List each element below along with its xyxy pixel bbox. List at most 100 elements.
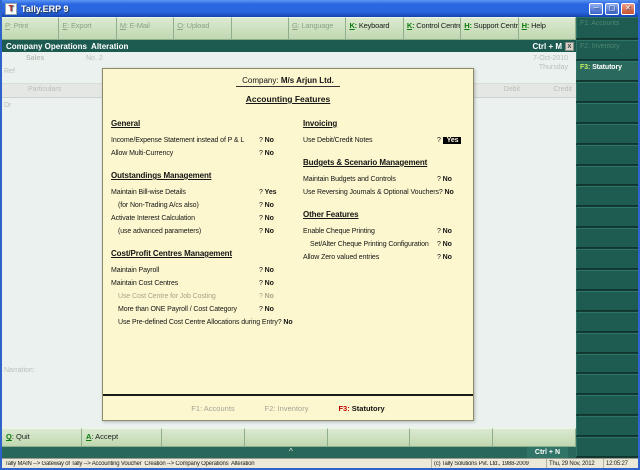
status-date: Thu, 29 Nov, 2012 xyxy=(549,460,595,467)
feature-value[interactable]: ? Yes xyxy=(437,134,467,147)
sidebar-empty-button xyxy=(576,332,638,353)
feature-label: Allow Zero valued entries xyxy=(303,254,380,261)
sidebar-button-inventory[interactable]: F2: Inventory xyxy=(576,40,638,60)
feature-section-heading: Outstandings Management xyxy=(111,171,212,180)
quit-button[interactable]: Q: Quit xyxy=(2,428,82,447)
screen-close-icon[interactable]: x xyxy=(565,41,574,51)
feature-row-use-debit-credit-notes[interactable]: Use Debit/Credit Notes ? Yes xyxy=(303,134,467,147)
feature-row-allow-zero-valued-entries[interactable]: Allow Zero valued entries ? No xyxy=(303,251,467,264)
sidebar-empty-button xyxy=(576,290,638,311)
credit-header: Credit xyxy=(553,86,572,93)
menu-item-keyboard[interactable]: K: Keyboard xyxy=(346,17,404,40)
sidebar-button-statutory[interactable]: F3: Statutory xyxy=(576,61,638,81)
narration-label: Narration: xyxy=(4,367,35,374)
feature-value[interactable]: ? No xyxy=(439,186,469,199)
feature-row-enable-cheque-printing[interactable]: Enable Cheque Printing ? No xyxy=(303,225,467,238)
tally-logo-icon: T xyxy=(5,2,17,15)
maximize-icon[interactable]: ▢ xyxy=(605,2,619,15)
menu-item-support-centre[interactable]: H: Support Centre xyxy=(461,17,519,40)
command-empty-button xyxy=(493,428,576,447)
feature-label: Maintain Bill-wise Details xyxy=(111,189,186,196)
voucher-weekday: Thursday xyxy=(538,64,568,71)
menu-bar: P: Print E: Export M: E-Mail O: Upload G: La… xyxy=(2,17,577,40)
feature-row-use-cost-centre-for-job-costing[interactable]: Use Cost Centre for Job Costing ? No xyxy=(111,290,289,303)
feature-label: Allow Multi-Currency xyxy=(111,150,174,157)
feature-value[interactable]: ? No xyxy=(259,303,289,316)
menu-item-control-centre[interactable]: K: Control Centre xyxy=(403,17,462,40)
feature-row-maintain-budgets-and-controls[interactable]: Maintain Budgets and Controls ? No xyxy=(303,173,467,186)
feature-row-maintain-bill-wise-details[interactable]: Maintain Bill-wise Details ? Yes xyxy=(111,186,289,199)
feature-section-general: General Income/Expense Statement instead … xyxy=(111,119,289,160)
sidebar-empty-button xyxy=(576,207,638,228)
company-line: Company: M/s Arjun Ltd. xyxy=(103,76,473,87)
voucher-number: No. 2 xyxy=(86,55,103,62)
feature-label: Maintain Cost Centres xyxy=(111,280,179,287)
dialog-footer-statutory[interactable]: F3: Statutory xyxy=(338,404,384,413)
close-icon[interactable]: ✕ xyxy=(621,2,635,15)
feature-row-for-non-trading-a-cs-also[interactable]: (for Non-Trading A/cs also) ? No xyxy=(111,199,289,212)
feature-value[interactable]: ? No xyxy=(259,147,289,160)
dialog-footer: F1: Accounts F2: Inventory F3: Statutory xyxy=(103,394,473,420)
sidebar-empty-button xyxy=(576,311,638,332)
feature-row-use-reversing-journals-optional-vouchers[interactable]: Use Reversing Journals & Optional Vouche… xyxy=(303,186,467,199)
feature-label: Set/Alter Cheque Printing Configuration xyxy=(310,241,429,248)
feature-label: Income/Expense Statement instead of P & … xyxy=(111,137,245,144)
feature-value[interactable]: ? No xyxy=(437,173,467,186)
status-time: 12:05:27 xyxy=(606,460,628,467)
feature-value[interactable]: ? No xyxy=(259,277,289,290)
feature-label: Maintain Budgets and Controls xyxy=(303,176,396,183)
feature-value[interactable]: ? No xyxy=(259,212,289,225)
feature-section-heading: Cost/Profit Centres Management xyxy=(111,249,233,258)
feature-value[interactable]: ? No xyxy=(437,225,467,238)
menu-item-help[interactable]: H: Help xyxy=(518,17,577,40)
feature-section-heading: Budgets & Scenario Management xyxy=(303,158,428,167)
feature-value[interactable]: ? No xyxy=(259,134,289,147)
accept-button[interactable]: A: Accept xyxy=(82,428,162,447)
dialog-footer-inventory[interactable]: F2: Inventory xyxy=(265,404,309,413)
feature-row-maintain-cost-centres[interactable]: Maintain Cost Centres ? No xyxy=(111,277,289,290)
feature-row-allow-multi-currency[interactable]: Allow Multi-Currency ? No xyxy=(111,147,289,160)
voucher-date: 7-Oct-2010 xyxy=(532,55,568,62)
sidebar-empty-button xyxy=(576,165,638,186)
sidebar-button-accounts[interactable]: F1: Accounts xyxy=(576,17,638,39)
feature-value[interactable]: ? Yes xyxy=(259,186,289,199)
feature-section-other-features: Other Features Enable Cheque Printing ? No… xyxy=(303,210,467,264)
command-empty-button xyxy=(162,428,245,447)
menu-item-upload: O: Upload xyxy=(174,17,232,40)
feature-row-use-pre-defined-cost-centre-allocations-during-entry[interactable]: Use Pre-defined Cost Centre Allocations … xyxy=(111,316,293,329)
feature-value[interactable]: ? No xyxy=(259,290,289,303)
sidebar: F1: Accounts F2: Inventory F3: Statutory xyxy=(576,17,638,458)
voucher-type-label: Sales xyxy=(26,55,45,62)
sidebar-empty-button xyxy=(576,416,638,437)
command-empty-button xyxy=(410,428,494,447)
feature-row-set-alter-cheque-printing-configuration[interactable]: Set/Alter Cheque Printing Configuration?… xyxy=(303,238,467,251)
feature-section-heading: General xyxy=(111,119,141,128)
feature-columns: General Income/Expense Statement instead … xyxy=(103,104,473,340)
feature-row-use-advanced-parameters[interactable]: (use advanced parameters) ? No xyxy=(111,225,289,238)
feature-value[interactable]: ? No xyxy=(437,251,467,264)
feature-row-maintain-payroll[interactable]: Maintain Payroll ? No xyxy=(111,264,289,277)
feature-value[interactable]: ? No xyxy=(259,225,289,238)
feature-row-income-expense-statement-instead-of-p-l[interactable]: Income/Expense Statement instead of P & … xyxy=(111,134,289,147)
sidebar-empty-button xyxy=(576,144,638,165)
menu-item-print: P: Print xyxy=(2,17,60,40)
feature-value[interactable]: ? No xyxy=(259,199,289,212)
feature-section-heading: Invoicing xyxy=(303,119,338,128)
shortcut-ctrl-m: Ctrl + M xyxy=(532,41,562,51)
command-empty-button xyxy=(327,428,411,447)
accounting-features-dialog: Company: M/s Arjun Ltd. Accounting Featu… xyxy=(102,68,474,421)
feature-label: Use Cost Centre for Job Costing xyxy=(118,293,216,300)
calculator-caret-icon[interactable]: ^ xyxy=(289,447,293,457)
feature-value[interactable]: ? No xyxy=(437,238,467,251)
feature-section-budgets-scenario-management: Budgets & Scenario Management Maintain Bu… xyxy=(303,158,467,199)
features-left-column: General Income/Expense Statement instead … xyxy=(111,119,293,340)
feature-row-activate-interest-calculation[interactable]: Activate Interest Calculation ? No xyxy=(111,212,289,225)
dialog-footer-accounts[interactable]: F1: Accounts xyxy=(191,404,234,413)
dialog-title: Accounting Features xyxy=(245,94,331,104)
minimize-icon[interactable]: ─ xyxy=(589,2,603,15)
feature-section-heading: Other Features xyxy=(303,210,359,219)
feature-row-more-than-one-payroll-cost-category[interactable]: More than ONE Payroll / Cost Category ? N… xyxy=(111,303,289,316)
feature-value[interactable]: ? No xyxy=(259,264,289,277)
screen-title: Company Operations Alteration xyxy=(6,41,129,51)
voucher-background: Sales No. 2 7-Oct-2010 Thursday Ref Part… xyxy=(2,52,576,428)
